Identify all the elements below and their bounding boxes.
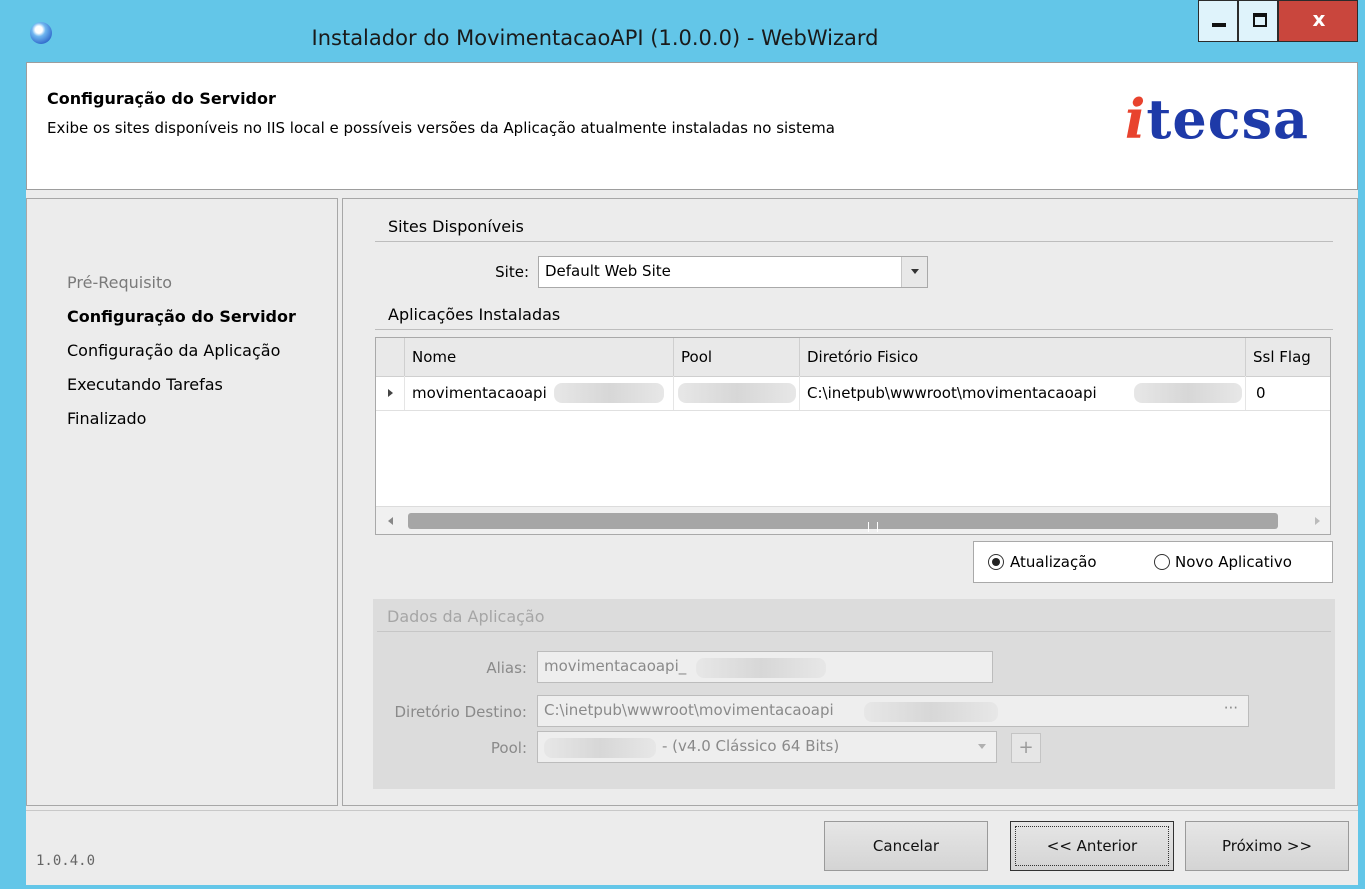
window-title: Instalador do MovimentacaoAPI (1.0.0.0) … <box>311 26 879 50</box>
alias-field[interactable]: movimentacaoapi_ <box>537 651 993 683</box>
column-ssl-flag[interactable]: Ssl Flag <box>1253 348 1311 366</box>
main-panel: Sites Disponíveis Site: Default Web Site… <box>342 198 1358 806</box>
next-button[interactable]: Próximo >> <box>1185 821 1349 871</box>
grid-header: Nome Pool Diretório Fisico Ssl Flag <box>376 338 1330 377</box>
cell-separator <box>673 376 674 410</box>
diretorio-destino-field[interactable]: C:\inetpub\wwwroot\movimentacaoapi ··· <box>537 695 1249 727</box>
radio-novo-aplicativo-label[interactable]: Novo Aplicativo <box>1175 553 1292 571</box>
chevron-down-icon[interactable] <box>901 257 927 287</box>
scroll-thumb[interactable] <box>408 513 1278 532</box>
redacted-text <box>1134 383 1242 403</box>
diretorio-destino-value: C:\inetpub\wwwroot\movimentacaoapi <box>544 701 834 719</box>
page-subtitle: Exibe os sites disponíveis no IIS local … <box>47 119 835 137</box>
pool-value: - (v4.0 Clássico 64 Bits) <box>662 737 840 755</box>
cell-separator <box>1245 376 1246 410</box>
logo-text: tecsa <box>1146 87 1309 151</box>
site-label: Site: <box>495 263 529 281</box>
radio-atualizacao[interactable] <box>988 554 1004 570</box>
column-pool[interactable]: Pool <box>681 348 712 366</box>
redacted-text <box>678 383 796 403</box>
column-separator <box>1245 338 1246 376</box>
back-button[interactable]: << Anterior <box>1010 821 1174 871</box>
step-configuracao-aplicacao: Configuração da Aplicação <box>67 341 281 360</box>
table-row[interactable]: movimentacaoapi C:\inetpub\wwwroot\movim… <box>376 376 1330 411</box>
cell-separator <box>799 376 800 410</box>
mode-radio-group: Atualização Novo Aplicativo <box>973 541 1333 583</box>
minimize-button[interactable] <box>1198 0 1238 42</box>
installer-window: Instalador do MovimentacaoAPI (1.0.0.0) … <box>0 0 1365 889</box>
sites-group-divider <box>375 241 1333 242</box>
grip-icon <box>868 522 878 532</box>
wizard-content: Configuração do Servidor Exibe os sites … <box>26 62 1358 885</box>
column-separator <box>799 338 800 376</box>
cell-ssl-flag[interactable]: 0 <box>1256 384 1266 402</box>
radio-novo-aplicativo[interactable] <box>1154 554 1170 570</box>
row-indicator-icon <box>388 389 393 397</box>
site-select-value: Default Web Site <box>545 262 671 280</box>
browse-ellipsis-icon[interactable]: ··· <box>1224 699 1238 717</box>
wizard-footer: 1.0.4.0 Cancelar << Anterior Próximo >> <box>26 810 1358 885</box>
dados-group-divider <box>377 631 1331 632</box>
step-finalizado: Finalizado <box>67 409 147 428</box>
step-configuracao-servidor: Configuração do Servidor <box>67 307 296 326</box>
itecsa-logo: itecsa <box>1125 87 1309 151</box>
redacted-text <box>696 658 826 678</box>
site-select[interactable]: Default Web Site <box>538 256 928 288</box>
horizontal-scrollbar[interactable] <box>376 506 1330 534</box>
add-pool-button[interactable]: + <box>1011 733 1041 763</box>
radio-atualizacao-label[interactable]: Atualização <box>1010 553 1097 571</box>
title-bar[interactable]: Instalador do MovimentacaoAPI (1.0.0.0) … <box>0 0 1365 62</box>
logo-i: i <box>1124 87 1147 151</box>
dados-aplicacao-group: Dados da Aplicação Alias: movimentacaoap… <box>373 599 1335 789</box>
alias-label: Alias: <box>486 659 527 677</box>
close-icon: x <box>1312 7 1326 31</box>
scroll-left-icon[interactable] <box>388 517 393 525</box>
column-separator <box>673 338 674 376</box>
page-title: Configuração do Servidor <box>47 89 276 108</box>
cell-diretorio[interactable]: C:\inetpub\wwwroot\movimentacaoapi <box>807 384 1097 402</box>
cell-separator <box>404 376 405 410</box>
pool-select[interactable]: - (v4.0 Clássico 64 Bits) <box>537 731 997 763</box>
cancel-button[interactable]: Cancelar <box>824 821 988 871</box>
redacted-text <box>864 702 998 722</box>
column-diretorio[interactable]: Diretório Fisico <box>807 348 918 366</box>
sites-group-title: Sites Disponíveis <box>388 217 524 236</box>
step-pre-requisito: Pré-Requisito <box>67 273 173 292</box>
redacted-text <box>554 383 664 403</box>
steps-sidebar: Pré-Requisito Configuração do Servidor C… <box>26 198 338 806</box>
cell-nome[interactable]: movimentacaoapi <box>412 384 547 402</box>
chevron-down-icon[interactable] <box>978 744 986 749</box>
wizard-header: Configuração do Servidor Exibe os sites … <box>26 62 1358 190</box>
alias-value: movimentacaoapi_ <box>544 657 687 675</box>
apps-group-title: Aplicações Instaladas <box>388 305 561 324</box>
redacted-text <box>544 738 656 758</box>
diretorio-destino-label: Diretório Destino: <box>394 703 527 721</box>
close-button[interactable]: x <box>1278 0 1358 42</box>
column-separator <box>404 338 405 376</box>
dados-group-title: Dados da Aplicação <box>387 607 545 626</box>
installed-apps-grid[interactable]: Nome Pool Diretório Fisico Ssl Flag movi… <box>375 337 1331 535</box>
column-nome[interactable]: Nome <box>412 348 456 366</box>
pool-label: Pool: <box>490 739 527 757</box>
maximize-button[interactable] <box>1238 0 1278 42</box>
apps-group-divider <box>375 329 1333 330</box>
version-label: 1.0.4.0 <box>36 853 96 869</box>
scroll-right-icon[interactable] <box>1315 517 1320 525</box>
step-executando-tarefas: Executando Tarefas <box>67 375 223 394</box>
